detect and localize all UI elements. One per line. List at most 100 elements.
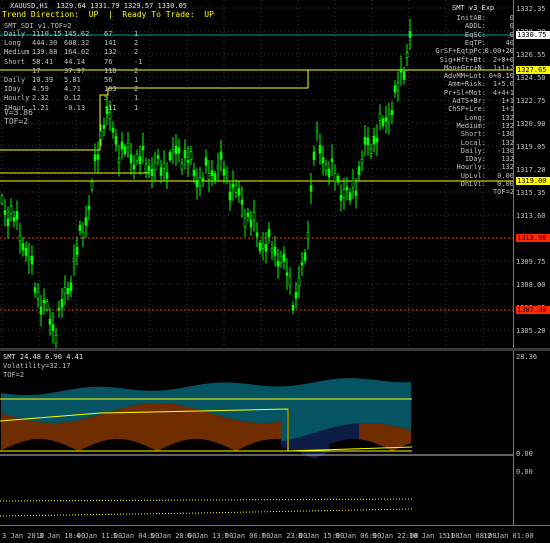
candle-body xyxy=(93,154,97,162)
candle-body xyxy=(309,185,313,192)
ind-tick-mid: 0.00 xyxy=(516,450,533,458)
candle-body xyxy=(207,173,211,180)
candle-body xyxy=(357,166,361,175)
candle-body xyxy=(57,307,61,311)
candle-body xyxy=(396,82,400,91)
candle-body xyxy=(132,164,136,170)
candle-body xyxy=(336,175,340,183)
candle-body xyxy=(285,272,289,276)
candle-body xyxy=(330,158,334,162)
candle-body xyxy=(210,170,214,176)
candle-body xyxy=(51,324,55,331)
price-tag: 1327.65 xyxy=(516,66,550,74)
candle-body xyxy=(147,166,151,172)
candle-body xyxy=(204,157,208,166)
candle-body xyxy=(225,172,229,178)
candle-body xyxy=(180,163,184,170)
candle-body xyxy=(192,169,196,177)
candle-body xyxy=(288,276,292,286)
candle-body xyxy=(138,156,142,164)
candle-body xyxy=(255,232,259,237)
indicator-axis[interactable]: 28.36 0.00 0.00 xyxy=(513,351,550,525)
ea-title: SMT v3_Exp xyxy=(452,4,495,12)
stats-cell: Short xyxy=(4,57,26,66)
price-tick: 1315.35 xyxy=(516,189,546,197)
stats-cell: -0.13 xyxy=(64,103,86,112)
candle-body xyxy=(141,146,145,151)
candle-body xyxy=(354,190,358,196)
indicator-pane[interactable]: SMT 24.48 6.90 4.41 Volatility=32.17 TOF… xyxy=(0,351,550,525)
indicator-line xyxy=(0,498,413,502)
candle-body xyxy=(369,148,373,154)
candle-body xyxy=(399,68,403,73)
time-label: 12 Jan 01:00 xyxy=(483,532,534,540)
param-value: TOF=2 xyxy=(492,188,514,197)
candle-body xyxy=(318,145,322,154)
candle-body xyxy=(282,253,286,262)
candle-body xyxy=(219,151,223,160)
candle-body xyxy=(177,147,181,154)
tof-value: TOF=2 xyxy=(4,117,29,126)
time-label: 3 Jan 2010 xyxy=(2,532,45,540)
candle-body xyxy=(168,152,172,161)
time-axis[interactable]: 3 Jan 2010 3 Jan 18:00 4 Jan 11:00 5 Jan 04… xyxy=(0,525,550,543)
price-tick: 1305.20 xyxy=(516,327,546,335)
candle-body xyxy=(24,247,28,256)
candle-body xyxy=(135,153,139,162)
candle-body xyxy=(60,298,64,308)
candle-body xyxy=(186,160,190,163)
indicator-tof: TOF=2 xyxy=(3,371,25,379)
candle-body xyxy=(174,145,178,155)
candle-body xyxy=(315,129,319,133)
price-tick: 1326.55 xyxy=(516,51,546,59)
candle-body xyxy=(306,232,310,239)
candle-body xyxy=(75,246,79,256)
candle-body xyxy=(150,169,154,177)
candle-body xyxy=(291,305,295,311)
candle-body xyxy=(3,210,7,215)
candle-body xyxy=(360,158,364,163)
indicator-chart[interactable] xyxy=(0,351,550,525)
candle-body xyxy=(120,141,124,150)
candle-body xyxy=(153,162,157,171)
candle-body xyxy=(144,163,148,173)
price-tick: 1332.35 xyxy=(516,5,546,13)
candle-body xyxy=(273,246,277,256)
candle-body xyxy=(36,291,40,299)
candle-body xyxy=(228,191,232,201)
price-tag: 1319.00 xyxy=(516,177,550,185)
candle-body xyxy=(351,180,355,188)
candle-body xyxy=(216,164,220,169)
candle-body xyxy=(213,173,217,182)
candle-body xyxy=(237,188,241,196)
candle-body xyxy=(363,136,367,145)
candle-body xyxy=(66,288,70,295)
price-tick: 1317.20 xyxy=(516,166,546,174)
main-chart-pane[interactable]: XAUUSD,H1 1329.64 1331.79 1329.57 1330.0… xyxy=(0,0,550,348)
candle-body xyxy=(21,243,25,251)
stats-cell: 1.21 xyxy=(32,103,49,112)
price-axis[interactable]: 1332.351328.301326.551324.501322.751320.… xyxy=(513,0,550,348)
price-tick: 1319.05 xyxy=(516,143,546,151)
price-tick: 1308.00 xyxy=(516,281,546,289)
price-tag: 1307.30 xyxy=(516,306,550,314)
candle-body xyxy=(54,335,58,344)
candle-body xyxy=(333,173,337,182)
candle-body xyxy=(156,155,160,159)
candle-body xyxy=(45,301,49,310)
candle-body xyxy=(114,135,118,145)
candle-body xyxy=(30,255,34,265)
candle-body xyxy=(231,183,235,188)
candle-body xyxy=(183,150,187,159)
price-tick: 1313.60 xyxy=(516,212,546,220)
candle-body xyxy=(6,218,10,227)
candle-body xyxy=(279,255,283,263)
candle-body xyxy=(108,112,112,120)
candle-body xyxy=(15,211,19,220)
candle-body xyxy=(129,154,133,164)
candle-body xyxy=(252,211,256,220)
candle-body xyxy=(69,282,73,291)
candle-body xyxy=(261,243,265,249)
candle-body xyxy=(408,30,412,38)
candle-body xyxy=(342,189,346,198)
